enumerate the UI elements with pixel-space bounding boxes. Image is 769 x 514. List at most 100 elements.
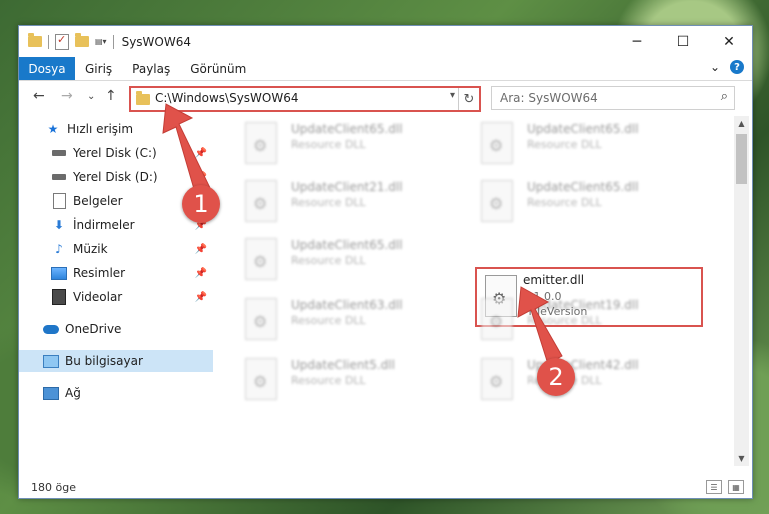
back-button[interactable]: ← [33,88,45,104]
large-icons-view-icon[interactable]: ▦ [728,480,744,494]
explorer-window: ▤▾ SysWOW64 ─ ☐ ✕ Dosya Giriş Paylaş Gör… [18,25,753,499]
tab-share[interactable]: Paylaş [122,62,180,76]
navigation-bar: ← → ⌄ ↑ C:\Windows\SysWOW64 ▾ ↻ Ara: Sys… [19,84,752,112]
file-description: Resource DLL [291,196,366,209]
sidebar-item-disk-d[interactable]: Yerel Disk (D:) 📌 [19,166,213,188]
address-bar[interactable]: C:\Windows\SysWOW64 ▾ ↻ [129,86,481,112]
file-item[interactable]: ⚙ UpdateClient65.dll Resource DLL [475,118,695,168]
sidebar-item-label: Yerel Disk (C:) [73,146,157,160]
file-description: Resource DLL [291,374,366,387]
search-icon: ⌕ [720,89,728,104]
file-name: UpdateClient65.dll [291,238,403,252]
pin-icon: 📌 [194,147,207,159]
customize-toolbar-icon[interactable]: ▤▾ [95,37,107,46]
disk-icon [51,170,67,184]
file-item[interactable]: ⚙ UpdateClient65.dll Resource DLL [239,234,459,284]
sidebar-item-videos[interactable]: Videolar 📌 [19,286,213,308]
forward-button[interactable]: → [61,88,73,104]
gear-icon: ⚙ [253,136,268,155]
file-list: ⚙ UpdateClient65.dll Resource DLL ⚙ Upda… [215,114,729,468]
expand-ribbon-icon[interactable]: ⌄ [710,60,720,74]
file-description: Resource DLL [527,196,602,209]
title-bar: ▤▾ SysWOW64 ─ ☐ ✕ [19,26,752,57]
file-description: Resource DLL [291,314,366,327]
tab-file[interactable]: Dosya [19,57,75,80]
step-badge-2: 2 [537,358,575,396]
sidebar-item-this-pc[interactable]: Bu bilgisayar [19,350,213,372]
file-name: UpdateClient65.dll [527,122,639,136]
sidebar-item-label: Bu bilgisayar [65,354,143,368]
file-item[interactable]: ⚙ UpdateClient63.dll Resource DLL [239,294,459,344]
file-item[interactable]: ⚙ UpdateClient42.dll Resource DLL [475,354,695,404]
file-item[interactable]: ⚙ UpdateClient19.dll Resource DLL [475,294,695,344]
sidebar-item-onedrive[interactable]: OneDrive [19,318,213,340]
sidebar-item-network[interactable]: Ağ [19,382,213,404]
properties-icon[interactable] [55,33,69,50]
sidebar-item-music[interactable]: ♪ Müzik 📌 [19,238,213,260]
pin-icon: 📌 [194,171,207,183]
pin-icon: 📌 [194,243,207,255]
divider [48,34,49,49]
new-folder-icon[interactable] [75,33,89,47]
folder-icon [136,91,150,105]
file-name: UpdateClient63.dll [291,298,403,312]
file-name: UpdateClient21.dll [291,180,403,194]
file-name: UpdateClient65.dll [527,180,639,194]
file-name: UpdateClient65.dll [291,122,403,136]
maximize-button[interactable]: ☐ [660,26,706,57]
file-item[interactable]: ⚙ UpdateClient21.dll Resource DLL [239,176,459,226]
sidebar-item-label: Videolar [73,290,123,304]
gear-icon: ⚙ [489,372,504,391]
gear-icon: ⚙ [253,312,268,331]
sidebar-item-label: Yerel Disk (D:) [73,170,158,184]
file-item[interactable]: ⚙ UpdateClient5.dll Resource DLL [239,354,459,404]
navigation-pane: ★ Hızlı erişim Yerel Disk (C:) 📌 Yerel D… [19,118,213,468]
sidebar-item-label: İndirmeler [73,218,135,232]
gear-icon: ⚙ [253,194,268,213]
disk-icon [51,146,67,160]
minimize-button[interactable]: ─ [614,26,660,57]
sidebar-item-pictures[interactable]: Resimler 📌 [19,262,213,284]
onedrive-icon [43,322,59,336]
gear-icon: ⚙ [489,312,504,331]
sidebar-item-downloads[interactable]: ⬇ İndirmeler 📌 [19,214,213,236]
close-button[interactable]: ✕ [706,26,752,57]
file-item[interactable]: ⚙ UpdateClient65.dll Resource DLL [239,118,459,168]
recent-locations-button[interactable]: ⌄ [87,91,95,102]
up-button[interactable]: ↑ [105,88,117,104]
quick-access-toolbar: ▤▾ [28,33,114,50]
pictures-icon [51,266,67,280]
refresh-icon[interactable]: ↻ [458,88,479,110]
item-count: 180 öge [31,480,76,494]
network-icon [43,386,59,400]
details-view-icon[interactable]: ☰ [706,480,722,494]
scroll-down-icon[interactable]: ▼ [734,451,749,466]
sidebar-item-label: Müzik [73,242,108,256]
help-icon[interactable]: ? [730,60,744,74]
scroll-up-icon[interactable]: ▲ [734,116,749,131]
status-bar: 180 öge ☰ ▦ [19,476,752,498]
file-description: Resource DLL [527,138,602,151]
chevron-down-icon[interactable]: ▾ [450,90,455,101]
folder-icon [28,33,42,47]
gear-icon: ⚙ [253,252,268,271]
videos-icon [51,289,67,305]
search-input[interactable]: Ara: SysWOW64 ⌕ [491,86,735,110]
file-item[interactable]: ⚙ UpdateClient65.dll Resource DLL [475,176,695,226]
sidebar-item-quick-access[interactable]: ★ Hızlı erişim [19,118,213,140]
tab-view[interactable]: Görünüm [180,62,256,76]
star-icon: ★ [47,122,59,136]
scrollbar-thumb[interactable] [736,134,747,184]
music-icon: ♪ [55,242,63,256]
vertical-scrollbar[interactable]: ▲ ▼ [734,116,749,466]
sidebar-item-label: Belgeler [73,194,123,208]
sidebar-item-disk-c[interactable]: Yerel Disk (C:) 📌 [19,142,213,164]
pin-icon: 📌 [194,267,207,279]
file-name: UpdateClient5.dll [291,358,395,372]
window-title: SysWOW64 [121,34,191,49]
pin-icon: 📌 [194,291,207,303]
step-badge-1: 1 [182,185,220,223]
file-name: UpdateClient19.dll [527,298,639,312]
gear-icon: ⚙ [489,194,504,213]
tab-home[interactable]: Giriş [75,62,122,76]
